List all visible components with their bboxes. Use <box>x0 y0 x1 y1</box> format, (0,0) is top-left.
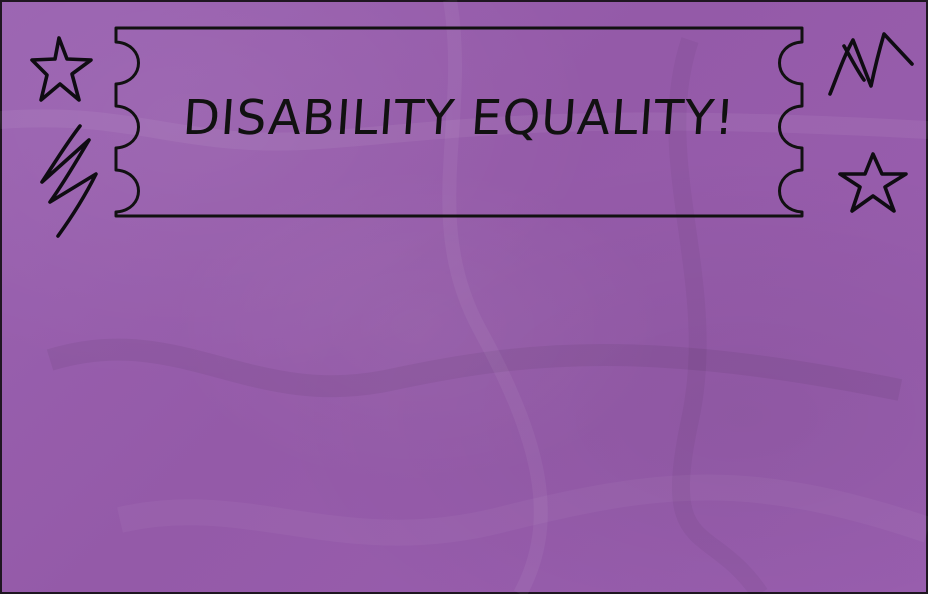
star-icon <box>30 36 93 102</box>
star-icon <box>838 152 908 213</box>
zigzag-icon <box>40 124 98 238</box>
zigzag-icon <box>828 32 914 96</box>
artwork-canvas: DISABILITY EQUALITY! <box>0 0 928 594</box>
banner-title: DISABILITY EQUALITY! <box>181 90 737 146</box>
ticket-banner: DISABILITY EQUALITY! <box>112 24 806 220</box>
